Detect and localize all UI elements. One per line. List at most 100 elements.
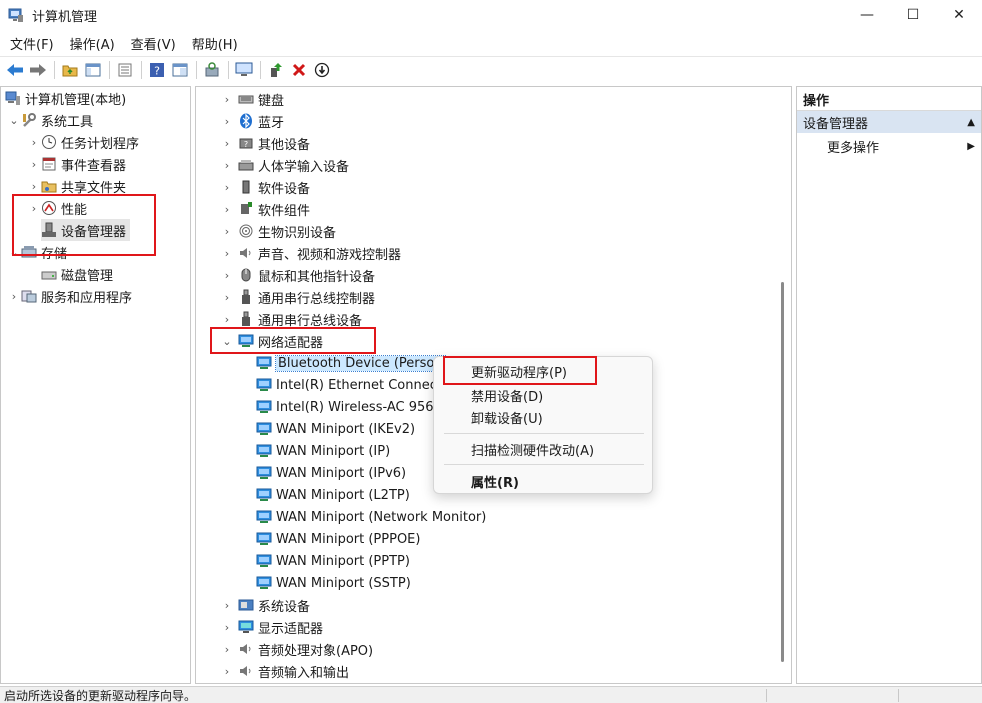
- tree-item-task-scheduler[interactable]: › 任务计划程序: [27, 131, 139, 153]
- device-category[interactable]: › 软件组件: [220, 198, 310, 220]
- ctx-disable-device[interactable]: 禁用设备(D): [434, 384, 652, 406]
- actions-section-device-manager[interactable]: 设备管理器 ▲: [797, 111, 981, 133]
- chevron-right-icon[interactable]: ›: [220, 203, 234, 216]
- minimize-button[interactable]: —: [844, 0, 890, 30]
- chevron-right-icon[interactable]: ›: [220, 159, 234, 172]
- device-category[interactable]: › 生物识别设备: [220, 220, 336, 242]
- vertical-scrollbar[interactable]: [775, 87, 791, 683]
- scrollbar-thumb[interactable]: [781, 282, 784, 662]
- tree-item-device-manager[interactable]: 设备管理器: [41, 219, 131, 241]
- chevron-right-icon[interactable]: ›: [220, 621, 234, 634]
- network-adapter-icon: [256, 399, 272, 415]
- back-button[interactable]: [4, 59, 26, 81]
- device-item[interactable]: WAN Miniport (IP): [256, 440, 390, 462]
- collapse-up-icon[interactable]: ▲: [967, 117, 975, 128]
- device-item[interactable]: WAN Miniport (IKEv2): [256, 418, 415, 440]
- chevron-right-icon[interactable]: ›: [220, 225, 234, 238]
- device-item[interactable]: Bluetooth Device (Person: [256, 352, 446, 374]
- show-hide-tree-button[interactable]: [82, 59, 104, 81]
- menu-view[interactable]: 查看(V): [121, 34, 182, 53]
- tree-item-system-tools[interactable]: ⌄ 系统工具: [7, 109, 93, 131]
- chevron-right-icon[interactable]: ›: [220, 291, 234, 304]
- device-category[interactable]: › 声音、视频和游戏控制器: [220, 242, 401, 264]
- device-category[interactable]: › 蓝牙: [220, 110, 284, 132]
- menu-help[interactable]: 帮助(H): [182, 34, 244, 53]
- chevron-right-icon[interactable]: ›: [220, 137, 234, 150]
- update-driver-toolbar-button[interactable]: [265, 59, 287, 81]
- device-category[interactable]: › 人体学输入设备: [220, 154, 349, 176]
- ctx-update-driver[interactable]: 更新驱动程序(P): [434, 360, 652, 382]
- device-item[interactable]: WAN Miniport (L2TP): [256, 484, 410, 506]
- chevron-right-icon[interactable]: ›: [220, 181, 234, 194]
- chevron-right-icon[interactable]: ›: [220, 665, 234, 678]
- device-item[interactable]: Intel(R) Wireless-AC 9560: [256, 396, 442, 418]
- network-adapter-icon: [256, 355, 272, 371]
- chevron-right-icon[interactable]: ›: [27, 136, 41, 149]
- chevron-right-icon[interactable]: ›: [220, 93, 234, 106]
- device-label: 通用串行总线控制器: [258, 291, 376, 307]
- chevron-down-icon[interactable]: ⌄: [7, 114, 21, 127]
- help-button[interactable]: ?: [146, 59, 168, 81]
- device-label: WAN Miniport (PPPOE): [276, 531, 421, 547]
- device-category[interactable]: ›? 其他设备: [220, 132, 310, 154]
- tree-item-event-viewer[interactable]: › 事件查看器: [27, 153, 126, 175]
- chevron-right-icon[interactable]: ›: [220, 115, 234, 128]
- ctx-uninstall-device[interactable]: 卸载设备(U): [434, 406, 652, 428]
- chevron-right-icon[interactable]: ›: [220, 599, 234, 612]
- more-actions-item[interactable]: 更多操作 ▶: [797, 135, 981, 157]
- device-label: WAN Miniport (PPTP): [276, 553, 410, 569]
- device-category[interactable]: › 键盘: [220, 88, 284, 110]
- disable-toolbar-button[interactable]: [311, 59, 333, 81]
- tree-item-computer-management[interactable]: 计算机管理(本地): [5, 87, 126, 109]
- device-item[interactable]: Intel(R) Ethernet Connect: [256, 374, 442, 396]
- device-category[interactable]: ⌄ 网络适配器: [220, 330, 323, 352]
- menu-file[interactable]: 文件(F): [0, 34, 60, 53]
- forward-button[interactable]: [27, 59, 49, 81]
- actions-pane: 操作 设备管理器 ▲ 更多操作 ▶: [796, 86, 982, 684]
- chevron-right-icon[interactable]: ›: [220, 643, 234, 656]
- device-item[interactable]: WAN Miniport (PPPOE): [256, 528, 420, 550]
- device-category[interactable]: › 通用串行总线设备: [220, 308, 362, 330]
- uninstall-toolbar-button[interactable]: [288, 59, 310, 81]
- device-item[interactable]: WAN Miniport (Network Monitor): [256, 506, 486, 528]
- chevron-right-icon[interactable]: ›: [220, 247, 234, 260]
- chevron-right-icon[interactable]: ›: [220, 313, 234, 326]
- chevron-right-icon[interactable]: ›: [27, 180, 41, 193]
- tree-item-shared-folders[interactable]: › 共享文件夹: [27, 175, 126, 197]
- tree-item-performance[interactable]: › 性能: [27, 197, 87, 219]
- chevron-right-icon[interactable]: ›: [7, 290, 21, 303]
- menu-action[interactable]: 操作(A): [60, 34, 121, 53]
- chevron-down-icon[interactable]: ⌄: [220, 335, 234, 348]
- toolbar-separator: [109, 60, 110, 79]
- tree-item-storage[interactable]: ⌄ 存储: [7, 241, 67, 263]
- device-item[interactable]: WAN Miniport (IPv6): [256, 462, 406, 484]
- device-item[interactable]: WAN Miniport (PPTP): [256, 550, 410, 572]
- chevron-down-icon[interactable]: ⌄: [7, 246, 21, 259]
- properties-view-button[interactable]: [169, 59, 191, 81]
- list-icon: [118, 63, 132, 76]
- ctx-properties[interactable]: 属性(R): [434, 470, 652, 492]
- chevron-right-icon[interactable]: ›: [220, 269, 234, 282]
- device-category[interactable]: › 音频输入和输出: [220, 660, 349, 682]
- device-category[interactable]: › 音频处理对象(APO): [220, 638, 373, 660]
- ctx-scan-hardware[interactable]: 扫描检测硬件改动(A): [434, 438, 652, 460]
- scan-button[interactable]: [201, 59, 223, 81]
- device-category[interactable]: › 软件设备: [220, 176, 310, 198]
- toolbar-separator: [141, 60, 142, 79]
- chevron-right-icon[interactable]: ›: [27, 202, 41, 215]
- toolbar-separator: [54, 60, 55, 79]
- device-category[interactable]: › 显示适配器: [220, 616, 323, 638]
- maximize-button[interactable]: ☐: [890, 0, 936, 30]
- device-category[interactable]: › 通用串行总线控制器: [220, 286, 375, 308]
- tree-item-disk-management[interactable]: 磁盘管理: [41, 263, 113, 285]
- device-item[interactable]: WAN Miniport (SSTP): [256, 572, 411, 594]
- device-label: 鼠标和其他指针设备: [258, 269, 376, 285]
- chevron-right-icon[interactable]: ›: [27, 158, 41, 171]
- export-list-button[interactable]: [114, 59, 136, 81]
- up-folder-button[interactable]: [59, 59, 81, 81]
- device-category[interactable]: › 鼠标和其他指针设备: [220, 264, 375, 286]
- tree-item-services-applications[interactable]: › 服务和应用程序: [7, 285, 132, 307]
- device-category[interactable]: › 系统设备: [220, 594, 310, 616]
- close-button[interactable]: ✕: [936, 0, 982, 30]
- monitor-button[interactable]: [233, 59, 255, 81]
